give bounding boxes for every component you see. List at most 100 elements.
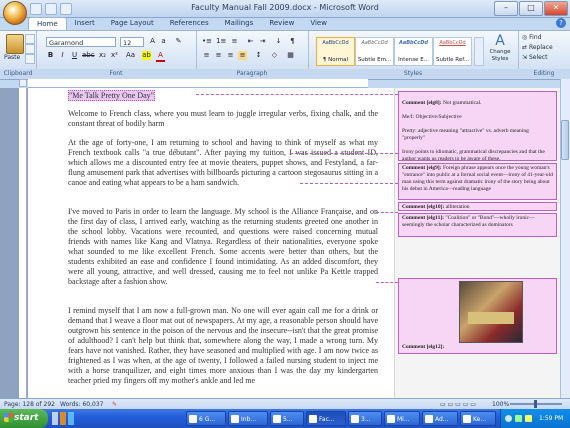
style-intense-emphasis[interactable]: AaBbCcDd Intense E... xyxy=(394,37,433,66)
comment-balloon[interactable]: Comment [elg11]: "Coalition" or "Bond"—w… xyxy=(398,213,557,237)
increase-indent-icon[interactable]: ⇥ xyxy=(258,37,267,46)
comment-balloon[interactable]: Comment [elg10]: alliteration xyxy=(398,202,557,211)
select-button[interactable]: ⇲ Select xyxy=(522,54,547,61)
styles-scroll-button[interactable] xyxy=(474,37,484,66)
tab-selector[interactable] xyxy=(19,79,27,87)
find-button[interactable]: ◎ Find xyxy=(522,34,541,41)
app-icon xyxy=(425,415,433,423)
quicklaunch-icon[interactable] xyxy=(52,412,58,425)
tab-review[interactable]: Review xyxy=(261,17,302,30)
zoom-slider-thumb[interactable] xyxy=(534,400,537,408)
numbering-icon[interactable]: 1≡ xyxy=(216,37,226,46)
align-right-icon[interactable]: ≡ xyxy=(226,51,235,60)
replace-icon: ⇄ xyxy=(522,44,529,51)
app-icon xyxy=(387,415,395,423)
maximize-button[interactable]: □ xyxy=(519,1,543,16)
quicklaunch-icon[interactable] xyxy=(68,412,74,425)
comment-balloon[interactable]: Comment [elg8]: Not grammatical. Me/I: O… xyxy=(398,91,557,162)
change-case-icon[interactable]: Aa xyxy=(126,51,135,60)
comment-balloon[interactable]: Comment [elg12]: xyxy=(398,278,557,354)
font-color-icon[interactable]: A xyxy=(156,51,165,62)
tab-references[interactable]: References xyxy=(162,17,217,30)
horizontal-ruler[interactable] xyxy=(28,79,368,88)
taskbar-item[interactable]: 3... xyxy=(348,411,382,426)
subscript-icon[interactable]: x₂ xyxy=(98,51,107,60)
paste-icon[interactable] xyxy=(6,34,24,54)
tab-insert[interactable]: Insert xyxy=(67,17,103,30)
tab-page-layout[interactable]: Page Layout xyxy=(103,17,162,30)
clock[interactable]: 1:59 PM xyxy=(539,409,563,428)
line-spacing-icon[interactable]: ↕ xyxy=(254,51,263,60)
superscript-icon[interactable]: x² xyxy=(110,51,119,60)
shrink-font-icon[interactable]: a xyxy=(159,37,168,46)
justify-icon[interactable]: ≡ xyxy=(238,51,247,60)
vertical-ruler[interactable] xyxy=(19,88,27,398)
grow-font-icon[interactable]: A xyxy=(148,37,157,46)
app-icon xyxy=(463,415,471,423)
image-sign xyxy=(468,312,514,324)
align-left-icon[interactable]: ≡ xyxy=(202,51,211,60)
paragraph-3[interactable]: I've moved to Paris in order to learn th… xyxy=(68,207,378,287)
editing-group-label: Editing xyxy=(518,69,570,78)
paragraph-1[interactable]: Welcome to French class, where you must … xyxy=(68,109,378,129)
comment-connector xyxy=(300,183,398,184)
close-button[interactable]: ✕ xyxy=(544,1,568,16)
taskbar-item[interactable]: Ke... xyxy=(460,411,496,426)
style-normal[interactable]: AaBbCcDd ¶ Normal xyxy=(316,37,355,66)
taskbar-item[interactable]: Inb... xyxy=(228,411,268,426)
taskbar-item[interactable]: Mi... xyxy=(384,411,420,426)
comment-connector xyxy=(376,282,398,283)
quicklaunch-icon[interactable] xyxy=(60,412,66,425)
bullets-icon[interactable]: •≡ xyxy=(202,37,212,46)
italic-icon[interactable]: I xyxy=(58,51,67,60)
taskbar-item[interactable]: Ad... xyxy=(422,411,458,426)
change-styles-icon: A xyxy=(495,33,505,49)
tab-home[interactable]: Home xyxy=(28,17,67,30)
ribbon-tabs: Home Insert Page Layout References Maili… xyxy=(28,17,335,30)
bold-icon[interactable]: B xyxy=(46,51,55,60)
copy-icon[interactable] xyxy=(25,44,35,54)
paragraph-2[interactable]: At the age of forty-one, I am returning … xyxy=(68,138,378,188)
style-subtle-reference[interactable]: AaBbCcDd Subtle Ref... xyxy=(433,37,472,66)
cut-icon[interactable] xyxy=(25,34,35,44)
multilevel-list-icon[interactable]: ≡ xyxy=(230,37,239,46)
paragraph-group: •≡ 1≡ ≡ ⇤ ⇥ ↓ ¶ ≡ ≡ ≡ ≡ ↕ ◇ ▦ Paragraph xyxy=(196,31,309,78)
system-tray: 1:59 PM xyxy=(500,409,570,428)
office-button-icon[interactable] xyxy=(3,1,27,25)
underline-icon[interactable]: U xyxy=(70,51,79,60)
paste-label[interactable]: Paste xyxy=(4,54,20,61)
taskbar-item[interactable]: Fac... xyxy=(306,411,346,426)
highlight-icon[interactable]: ab xyxy=(142,51,151,60)
tray-icon[interactable] xyxy=(525,415,532,422)
decrease-indent-icon[interactable]: ⇤ xyxy=(246,37,255,46)
font-name-combo[interactable]: Garamond xyxy=(46,37,116,47)
tray-icon[interactable] xyxy=(505,415,512,422)
tab-view[interactable]: View xyxy=(302,17,335,30)
vertical-scrollbar-thumb[interactable] xyxy=(561,120,569,160)
window-controls: – □ ✕ xyxy=(494,1,568,16)
comment-balloon[interactable]: Comment [elg9]: Foreign phrase appears o… xyxy=(398,163,557,200)
strikethrough-icon[interactable]: abc xyxy=(82,51,95,60)
app-icon xyxy=(231,415,239,423)
replace-button[interactable]: ⇄ Replace xyxy=(522,44,553,51)
align-center-icon[interactable]: ≡ xyxy=(214,51,223,60)
style-subtle-emphasis[interactable]: AaBbCcDd Subtle Em... xyxy=(355,37,394,66)
taskbar-item[interactable]: 5... xyxy=(270,411,304,426)
tray-icon[interactable] xyxy=(515,415,522,422)
change-styles-button[interactable]: A Change Styles xyxy=(486,33,514,69)
tab-mailings[interactable]: Mailings xyxy=(217,17,262,30)
show-marks-icon[interactable]: ¶ xyxy=(288,37,297,46)
document-title[interactable]: "Me Talk Pretty One Day" xyxy=(68,90,378,101)
sort-icon[interactable]: ↓ xyxy=(274,37,283,46)
paragraph-4[interactable]: I remind myself that I am now a full-gro… xyxy=(68,306,378,398)
format-painter-icon[interactable] xyxy=(25,54,35,64)
app-icon xyxy=(273,415,281,423)
shading-icon[interactable]: ◇ xyxy=(270,51,279,60)
clear-format-icon[interactable]: ✎ xyxy=(174,37,183,46)
taskbar-item[interactable]: 6 G... xyxy=(186,411,226,426)
comment-image[interactable] xyxy=(459,281,523,343)
help-icon[interactable]: ? xyxy=(556,18,566,28)
borders-icon[interactable]: ▦ xyxy=(286,51,295,60)
minimize-button[interactable]: – xyxy=(494,1,518,16)
font-size-combo[interactable]: 12 xyxy=(120,37,144,47)
